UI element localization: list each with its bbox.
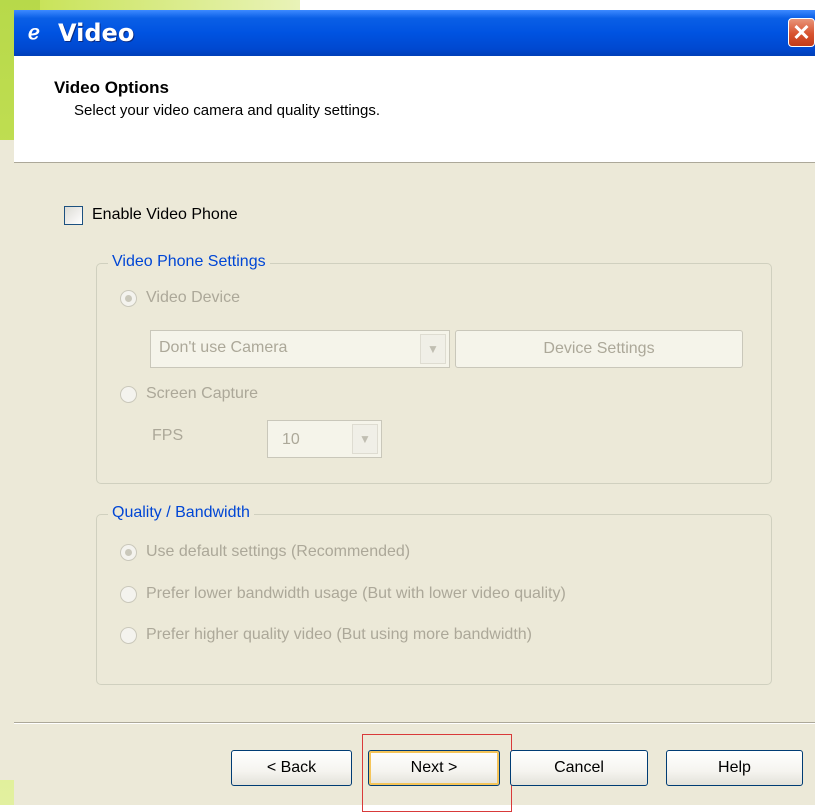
quality-low-bandwidth-radio[interactable]	[120, 586, 137, 603]
background-decoration-top	[40, 0, 300, 10]
close-icon: ✕	[792, 20, 811, 45]
background-window-edge	[0, 140, 15, 780]
button-bar-separator	[14, 722, 815, 724]
video-dialog: ℯ Video ✕ Video Options Select your vide…	[14, 10, 815, 812]
video-phone-settings-legend: Video Phone Settings	[108, 253, 270, 271]
page-title: Video Options	[54, 78, 169, 97]
close-button[interactable]: ✕	[788, 18, 815, 47]
camera-select[interactable]: Don't use Camera ▼	[150, 330, 450, 368]
back-button[interactable]: < Back	[231, 750, 352, 786]
camera-select-value: Don't use Camera	[159, 339, 288, 356]
cancel-button[interactable]: Cancel	[510, 750, 648, 786]
quality-bandwidth-legend: Quality / Bandwidth	[108, 504, 254, 522]
screen-capture-label: Screen Capture	[146, 385, 259, 402]
video-device-radio[interactable]	[120, 290, 137, 307]
device-settings-button[interactable]: Device Settings	[455, 330, 743, 368]
fps-select[interactable]: 10 ▼	[267, 420, 382, 458]
quality-high-quality-radio[interactable]	[120, 627, 137, 644]
quality-low-bandwidth-label: Prefer lower bandwidth usage (But with l…	[146, 585, 566, 602]
page-subtitle: Select your video camera and quality set…	[74, 102, 380, 119]
screen-capture-radio[interactable]	[120, 386, 137, 403]
enable-video-phone-label[interactable]: Enable Video Phone	[92, 206, 238, 224]
quality-high-quality-label: Prefer higher quality video (But using m…	[146, 626, 532, 643]
next-button[interactable]: Next >	[368, 750, 500, 786]
video-device-label: Video Device	[146, 289, 240, 306]
quality-default-label: Use default settings (Recommended)	[146, 543, 411, 560]
window-title: Video	[58, 19, 135, 47]
chevron-down-icon[interactable]: ▼	[420, 334, 446, 364]
fps-select-value: 10	[282, 431, 300, 448]
fps-label: FPS	[152, 427, 184, 444]
app-icon: ℯ	[28, 22, 40, 44]
quality-default-radio[interactable]	[120, 544, 137, 561]
header-panel: Video Options Select your video camera a…	[14, 56, 815, 163]
help-button[interactable]: Help	[666, 750, 803, 786]
enable-video-phone-checkbox[interactable]	[64, 206, 83, 225]
chevron-down-icon[interactable]: ▼	[352, 424, 378, 454]
title-bar[interactable]: ℯ Video ✕	[14, 10, 815, 56]
